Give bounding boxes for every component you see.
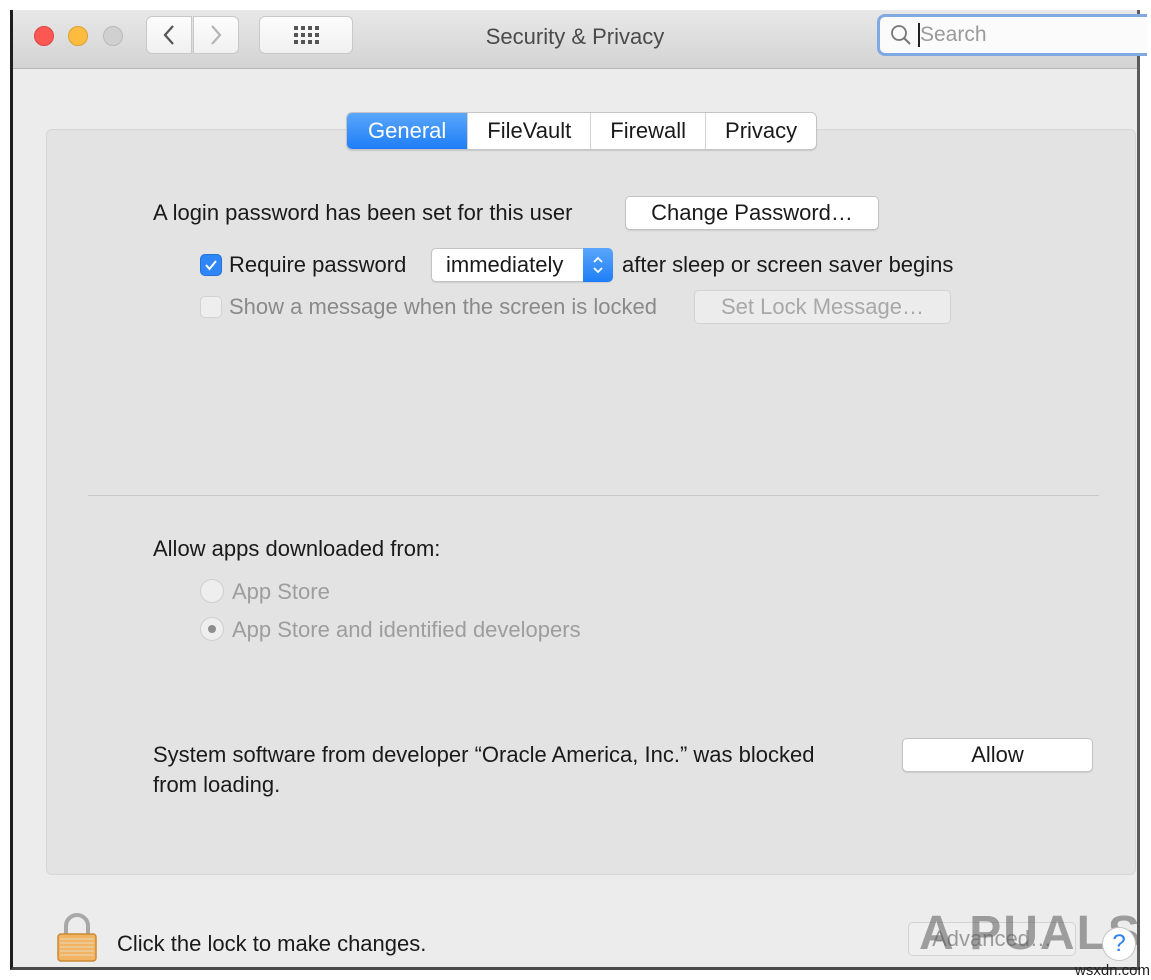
titlebar: Security & Privacy xyxy=(13,10,1147,69)
allow-apps-heading: Allow apps downloaded from: xyxy=(153,536,441,561)
radio-identified-developers-label: App Store and identified developers xyxy=(232,617,581,642)
radio-app-store[interactable] xyxy=(200,579,224,603)
security-privacy-window: Security & Privacy General FileVault Fir… xyxy=(10,10,1147,970)
tab-bar: General FileVault Firewall Privacy xyxy=(346,112,818,150)
tab-firewall[interactable]: Firewall xyxy=(590,113,705,149)
radio-app-store-label: App Store xyxy=(232,579,330,604)
allow-button[interactable]: Allow xyxy=(902,738,1093,772)
require-password-suffix: after sleep or screen saver begins xyxy=(622,252,954,277)
help-button[interactable]: ? xyxy=(1102,927,1136,961)
radio-identified-developers[interactable] xyxy=(200,617,224,641)
password-delay-value: immediately xyxy=(446,252,564,277)
section-divider xyxy=(88,495,1099,496)
watermark-credit: wsxdn.com xyxy=(1075,962,1151,979)
lock-instructions: Click the lock to make changes. xyxy=(117,931,427,956)
lock-button[interactable] xyxy=(56,913,98,968)
tab-privacy[interactable]: Privacy xyxy=(705,113,816,149)
tab-general[interactable]: General xyxy=(347,113,468,149)
checkmark-icon xyxy=(205,260,217,271)
search-icon xyxy=(891,25,911,45)
require-password-checkbox[interactable] xyxy=(200,254,222,276)
search-input[interactable] xyxy=(918,23,1120,47)
lock-message-label: Show a message when the screen is locked xyxy=(229,294,658,319)
set-lock-message-button[interactable]: Set Lock Message… xyxy=(694,290,951,324)
password-delay-select[interactable]: immediately xyxy=(431,248,613,282)
updown-arrows-icon xyxy=(583,248,613,282)
require-password-label: Require password xyxy=(229,252,407,277)
change-password-button[interactable]: Change Password… xyxy=(625,196,879,230)
lock-message-checkbox[interactable] xyxy=(200,296,222,318)
radio-selected-dot xyxy=(208,625,216,633)
login-password-text: A login password has been set for this u… xyxy=(153,200,573,225)
padlock-icon xyxy=(57,913,97,962)
tab-filevault[interactable]: FileVault xyxy=(467,113,590,149)
blocked-software-line2: from loading. xyxy=(153,772,281,797)
blocked-software-line1: System software from developer “Oracle A… xyxy=(153,742,815,767)
search-field[interactable] xyxy=(877,14,1147,56)
